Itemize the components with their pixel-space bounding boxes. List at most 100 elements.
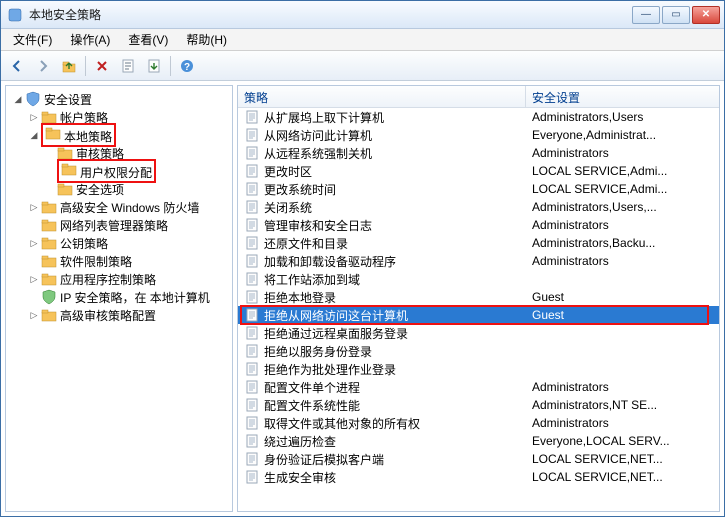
- cell-policy: 从远程系统强制关机: [238, 145, 526, 162]
- tree-item[interactable]: ▷ 高级安全 Windows 防火墙: [6, 198, 232, 216]
- no-expand-icon: [28, 219, 40, 231]
- list-row[interactable]: 拒绝本地登录Guest: [238, 288, 719, 306]
- list-row[interactable]: 还原文件和目录 Administrators,Backu...: [238, 234, 719, 252]
- cell-policy: 拒绝从网络访问这台计算机: [238, 307, 526, 324]
- tree-item[interactable]: ▷ 公钥策略: [6, 234, 232, 252]
- tree-pane[interactable]: ◢ 安全设置 ▷帐户策略◢本地策略审核策略用户权限分配安全选项▷高级安全 Win…: [5, 85, 233, 512]
- no-expand-icon: [44, 165, 56, 177]
- list-row[interactable]: 绕过遍历检查Everyone,LOCAL SERV...: [238, 432, 719, 450]
- list-row[interactable]: 生成安全审核LOCAL SERVICE,NET...: [238, 468, 719, 486]
- tree-item-label: 软件限制策略: [60, 253, 132, 270]
- expand-icon[interactable]: ▷: [28, 111, 40, 123]
- cell-setting: Administrators: [526, 416, 719, 430]
- export-button[interactable]: [142, 54, 166, 78]
- menu-help[interactable]: 帮助(H): [178, 29, 235, 50]
- tree-item[interactable]: ▷应用程序控制策略: [6, 270, 232, 288]
- expand-icon[interactable]: ▷: [28, 309, 40, 321]
- list-row[interactable]: 从扩展坞上取下计算机Administrators,Users: [238, 108, 719, 126]
- forward-button[interactable]: [31, 54, 55, 78]
- folder-icon: [41, 271, 57, 287]
- cell-policy-text: 还原文件和目录: [264, 235, 348, 252]
- cell-setting: Guest: [526, 308, 719, 322]
- list-row[interactable]: 加载和卸载设备驱动程序Administrators: [238, 252, 719, 270]
- expand-icon[interactable]: ▷: [28, 237, 40, 249]
- cell-setting: Administrators: [526, 218, 719, 232]
- column-header-policy[interactable]: 策略: [238, 86, 526, 107]
- tree-item[interactable]: 软件限制策略: [6, 252, 232, 270]
- delete-button[interactable]: [90, 54, 114, 78]
- tree-item-label: 高级安全 Windows 防火墙: [60, 199, 199, 216]
- tree-item[interactable]: ▷帐户策略: [6, 108, 232, 126]
- folder-icon: [61, 161, 77, 177]
- list-row[interactable]: 将工作站添加到域: [238, 270, 719, 288]
- menu-view[interactable]: 查看(V): [120, 29, 176, 50]
- tree-item[interactable]: ▷ 高级审核策略配置: [6, 306, 232, 324]
- cell-policy: 生成安全审核: [238, 469, 526, 486]
- policy-icon: [244, 271, 260, 287]
- cell-policy: 绕过遍历检查: [238, 433, 526, 450]
- back-button[interactable]: [5, 54, 29, 78]
- tree-item[interactable]: 网络列表管理器策略: [6, 216, 232, 234]
- menu-file[interactable]: 文件(F): [5, 29, 60, 50]
- tree-root[interactable]: ◢ 安全设置: [6, 90, 232, 108]
- cell-setting: Administrators: [526, 146, 719, 160]
- expand-icon[interactable]: ▷: [28, 201, 40, 213]
- content-body: ◢ 安全设置 ▷帐户策略◢本地策略审核策略用户权限分配安全选项▷高级安全 Win…: [1, 81, 724, 516]
- list-row[interactable]: 配置文件系统性能Administrators,NT SE...: [238, 396, 719, 414]
- list-row[interactable]: 身份验证后模拟客户端LOCAL SERVICE,NET...: [238, 450, 719, 468]
- list-body[interactable]: 从扩展坞上取下计算机Administrators,Users从网络访问此计算机E…: [238, 108, 719, 511]
- list-row[interactable]: 拒绝以服务身份登录: [238, 342, 719, 360]
- cell-policy-text: 将工作站添加到域: [264, 271, 360, 288]
- list-row[interactable]: 拒绝从网络访问这台计算机Guest: [238, 306, 719, 324]
- cell-policy-text: 管理审核和安全日志: [264, 217, 372, 234]
- policy-icon: [244, 325, 260, 341]
- policy-icon: [244, 181, 260, 197]
- list-row[interactable]: 从远程系统强制关机Administrators: [238, 144, 719, 162]
- maximize-button[interactable]: ▭: [662, 6, 690, 24]
- help-button[interactable]: ?: [175, 54, 199, 78]
- app-icon: [7, 7, 23, 23]
- list-pane: 策略 安全设置 从扩展坞上取下计算机Administrators,Users从网…: [237, 85, 720, 512]
- cell-setting: Administrators,Backu...: [526, 236, 719, 250]
- list-row[interactable]: 配置文件单个进程Administrators: [238, 378, 719, 396]
- folder-icon: [41, 199, 57, 215]
- menu-action[interactable]: 操作(A): [62, 29, 118, 50]
- list-row[interactable]: 管理审核和安全日志 Administrators: [238, 216, 719, 234]
- policy-icon: [244, 199, 260, 215]
- tree-item-label: 公钥策略: [60, 235, 108, 252]
- menubar: 文件(F) 操作(A) 查看(V) 帮助(H): [1, 29, 724, 51]
- list-row[interactable]: 关闭系统Administrators,Users,...: [238, 198, 719, 216]
- policy-icon: [244, 127, 260, 143]
- cell-setting: LOCAL SERVICE,Admi...: [526, 164, 719, 178]
- tree-item-label: 高级审核策略配置: [60, 307, 156, 324]
- list-row[interactable]: 拒绝作为批处理作业登录: [238, 360, 719, 378]
- up-button[interactable]: [57, 54, 81, 78]
- policy-icon: [244, 451, 260, 467]
- collapse-icon[interactable]: ◢: [12, 93, 24, 105]
- list-row[interactable]: 拒绝通过远程桌面服务登录: [238, 324, 719, 342]
- close-button[interactable]: ✕: [692, 6, 720, 24]
- tree-item-label: 安全选项: [76, 181, 124, 198]
- cell-policy-text: 绕过遍历检查: [264, 433, 336, 450]
- cell-policy: 拒绝作为批处理作业登录: [238, 361, 526, 378]
- cell-policy: 从网络访问此计算机: [238, 127, 526, 144]
- tree-item[interactable]: IP 安全策略，在 本地计算机: [6, 288, 232, 306]
- minimize-button[interactable]: —: [632, 6, 660, 24]
- cell-policy-text: 拒绝作为批处理作业登录: [264, 361, 396, 378]
- tree-item[interactable]: ◢本地策略: [6, 126, 232, 144]
- window-controls: — ▭ ✕: [632, 6, 724, 24]
- list-row[interactable]: 取得文件或其他对象的所有权Administrators: [238, 414, 719, 432]
- tree-item[interactable]: 安全选项: [6, 180, 232, 198]
- tree-item[interactable]: 用户权限分配: [6, 162, 232, 180]
- expand-icon[interactable]: ▷: [28, 273, 40, 285]
- policy-icon: [244, 145, 260, 161]
- list-row[interactable]: 更改时区LOCAL SERVICE,Admi...: [238, 162, 719, 180]
- column-header-setting[interactable]: 安全设置: [526, 86, 719, 107]
- collapse-icon[interactable]: ◢: [28, 129, 40, 141]
- policy-icon: [244, 217, 260, 233]
- list-row[interactable]: 从网络访问此计算机Everyone,Administrat...: [238, 126, 719, 144]
- cell-policy: 还原文件和目录: [238, 235, 526, 252]
- refresh-button[interactable]: [116, 54, 140, 78]
- list-row[interactable]: 更改系统时间LOCAL SERVICE,Admi...: [238, 180, 719, 198]
- titlebar[interactable]: 本地安全策略 — ▭ ✕: [1, 1, 724, 29]
